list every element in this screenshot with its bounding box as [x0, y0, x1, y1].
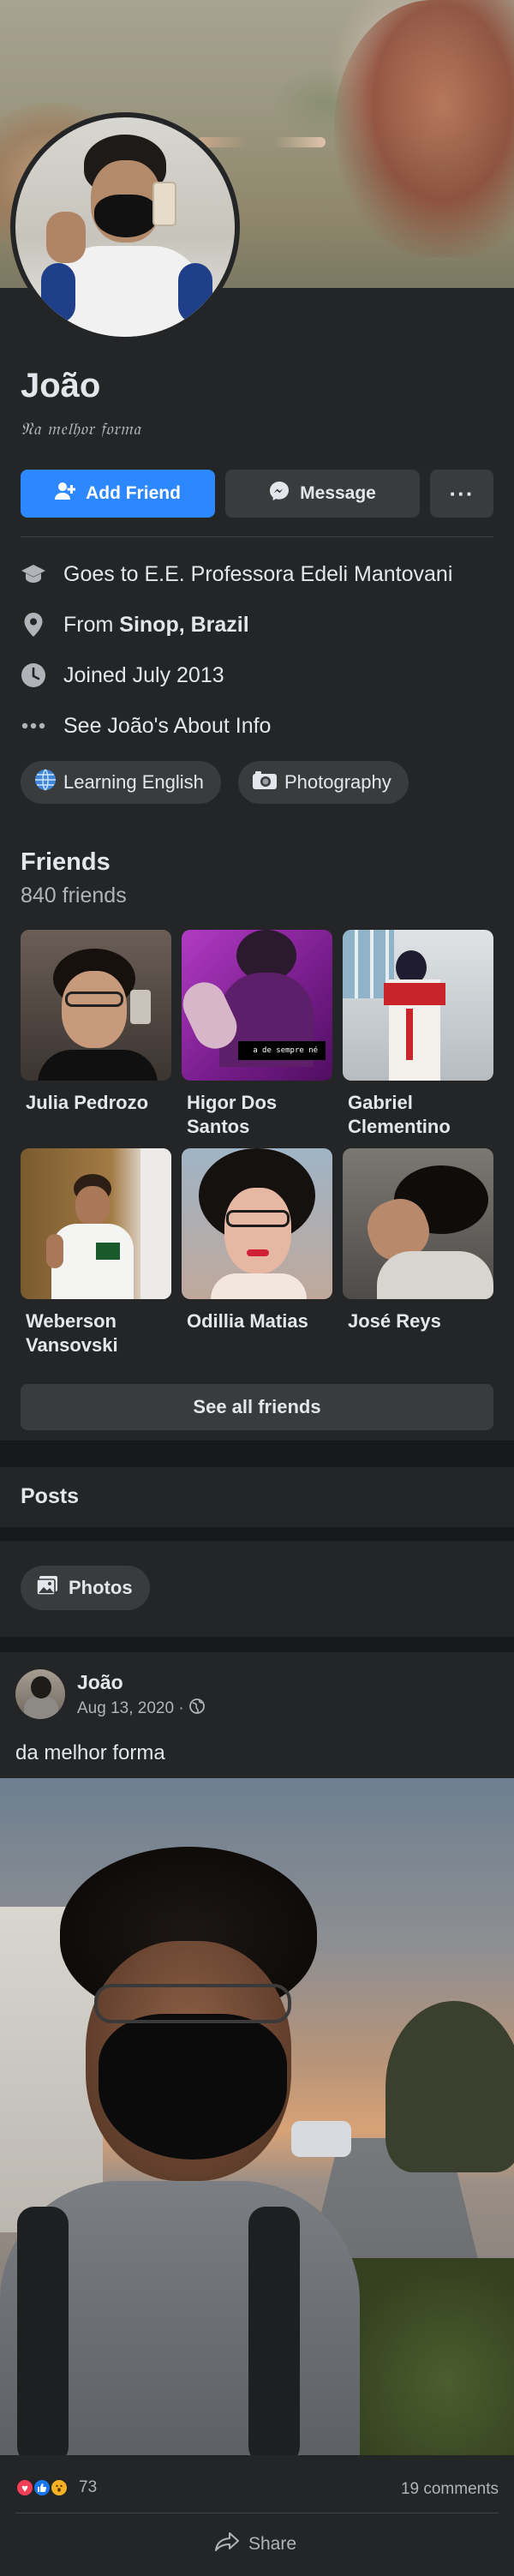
friend-photo: ㅤa de sempre né — [182, 930, 332, 1081]
posts-header: Posts — [0, 1467, 514, 1527]
post-date-text: Aug 13, 2020 · — [77, 1699, 184, 1717]
share-label: Share — [248, 2534, 297, 2554]
post-photo[interactable] — [0, 1778, 514, 2455]
photo-backpack-strap — [248, 2207, 300, 2455]
friend-photo — [343, 930, 493, 1081]
friend-card[interactable]: Weberson Vansovski — [21, 1148, 171, 1357]
image-icon — [36, 1575, 58, 1601]
profile-picture-image — [15, 117, 235, 337]
globe-icon — [188, 1698, 205, 1719]
message-label: Message — [300, 483, 376, 503]
profile-name: João — [21, 367, 101, 404]
friend-name: Gabriel Clementino — [348, 1092, 451, 1137]
info-school-text: Goes to E.E. Professora Edeli Mantovani — [63, 561, 453, 586]
interest-chip[interactable]: Photography — [238, 761, 409, 804]
reactions-summary[interactable]: ♥ 73 — [15, 2478, 97, 2497]
add-friend-button[interactable]: Add Friend — [21, 470, 215, 518]
info-joined: Joined July 2013 — [21, 662, 224, 688]
photos-button[interactable]: Photos — [21, 1566, 150, 1610]
info-joined-text: Joined July 2013 — [63, 662, 224, 687]
comments-count[interactable]: 19 comments — [401, 2480, 499, 2499]
avatar-body — [24, 1697, 58, 1719]
wow-icon — [50, 2478, 69, 2497]
interest-label: Photography — [284, 771, 391, 793]
friend-card[interactable]: Julia Pedrozo — [21, 930, 171, 1115]
friend-card[interactable]: Odillia Matias — [182, 1148, 332, 1333]
add-friend-label: Add Friend — [86, 483, 181, 503]
message-button[interactable]: Message — [225, 470, 420, 518]
friend-photo — [343, 1148, 493, 1299]
avatar-head — [31, 1676, 51, 1698]
photo-caption-text: ㅤa de sempre né — [238, 1041, 326, 1060]
messenger-icon — [269, 481, 290, 506]
posts-title: Posts — [21, 1484, 80, 1508]
info-from-place[interactable]: Sinop, Brazil — [119, 613, 248, 638]
more-options-button[interactable]: ··· — [430, 470, 493, 518]
friend-card[interactable]: José Reys — [343, 1148, 493, 1333]
friends-title[interactable]: Friends — [21, 848, 111, 877]
info-about-text: See João's About Info — [63, 713, 272, 738]
post-text: da melhor forma — [15, 1741, 165, 1764]
location-pin-icon — [21, 612, 46, 638]
info-about-link[interactable]: See João's About Info — [21, 713, 271, 739]
clock-icon — [21, 662, 46, 688]
profile-section: João 𝔑𝔞 𝔪𝔢𝔩𝔥𝔬𝔯 𝔣𝔬𝔯𝔪𝔞 Add Friend Message … — [0, 288, 514, 1441]
friends-count: 840 friends — [21, 884, 127, 908]
avatar-hand — [46, 212, 86, 263]
share-button[interactable]: Share — [214, 2531, 296, 2557]
friend-photo — [21, 930, 171, 1081]
photo-mask — [99, 2014, 287, 2160]
photo-glasses — [94, 1984, 291, 2023]
avatar-sleeve — [178, 263, 212, 323]
post-author-avatar[interactable] — [15, 1669, 65, 1719]
interest-chip[interactable]: Learning English — [21, 761, 221, 804]
see-all-friends-button[interactable]: See all friends — [21, 1384, 493, 1430]
fresco-hands — [197, 137, 326, 147]
profile-picture[interactable] — [10, 112, 240, 342]
friend-card[interactable]: ㅤa de sempre né Higor Dos Santos — [182, 930, 332, 1139]
photo-trees — [386, 2001, 514, 2172]
ellipsis-icon: ··· — [449, 480, 475, 506]
info-from: From Sinop, Brazil — [21, 612, 249, 638]
fresco-figure — [334, 0, 514, 257]
info-from-prefix: From — [63, 612, 120, 637]
friend-name: José Reys — [348, 1310, 441, 1332]
graduation-cap-icon — [21, 561, 46, 587]
posts-filter-bar: Photos — [0, 1541, 514, 1637]
photo-backpack-strap — [17, 2207, 69, 2455]
like-icon — [33, 2478, 51, 2497]
friend-name: Odillia Matias — [187, 1310, 308, 1332]
divider — [21, 536, 493, 537]
friend-name: Julia Pedrozo — [26, 1092, 149, 1113]
love-icon: ♥ — [15, 2478, 34, 2497]
photo-grass — [334, 2258, 514, 2455]
ellipsis-icon — [21, 713, 46, 739]
avatar-sleeve — [41, 263, 75, 323]
person-plus-icon — [55, 482, 76, 506]
info-school: Goes to E.E. Professora Edeli Mantovani — [21, 561, 452, 587]
reaction-count: 73 — [79, 2478, 98, 2496]
interest-label: Learning English — [63, 771, 204, 793]
share-arrow-icon — [214, 2531, 240, 2557]
camera-icon — [252, 770, 278, 795]
photo-car — [291, 2121, 351, 2157]
friend-photo — [21, 1148, 171, 1299]
friend-card[interactable]: Gabriel Clementino — [343, 930, 493, 1139]
avatar-phone — [152, 182, 176, 226]
friend-photo — [182, 1148, 332, 1299]
profile-tagline: 𝔑𝔞 𝔪𝔢𝔩𝔥𝔬𝔯 𝔣𝔬𝔯𝔪𝔞 — [21, 418, 141, 439]
avatar-mask — [94, 195, 158, 237]
post-timestamp[interactable]: Aug 13, 2020 · — [77, 1698, 205, 1719]
globe-icon — [34, 769, 57, 796]
friend-name: Higor Dos Santos — [187, 1092, 278, 1137]
friend-name: Weberson Vansovski — [26, 1310, 118, 1356]
post-card: João Aug 13, 2020 · da melhor forma ♥ 73… — [0, 1652, 514, 2576]
post-author-name[interactable]: João — [77, 1671, 123, 1694]
photos-label: Photos — [69, 1577, 133, 1598]
